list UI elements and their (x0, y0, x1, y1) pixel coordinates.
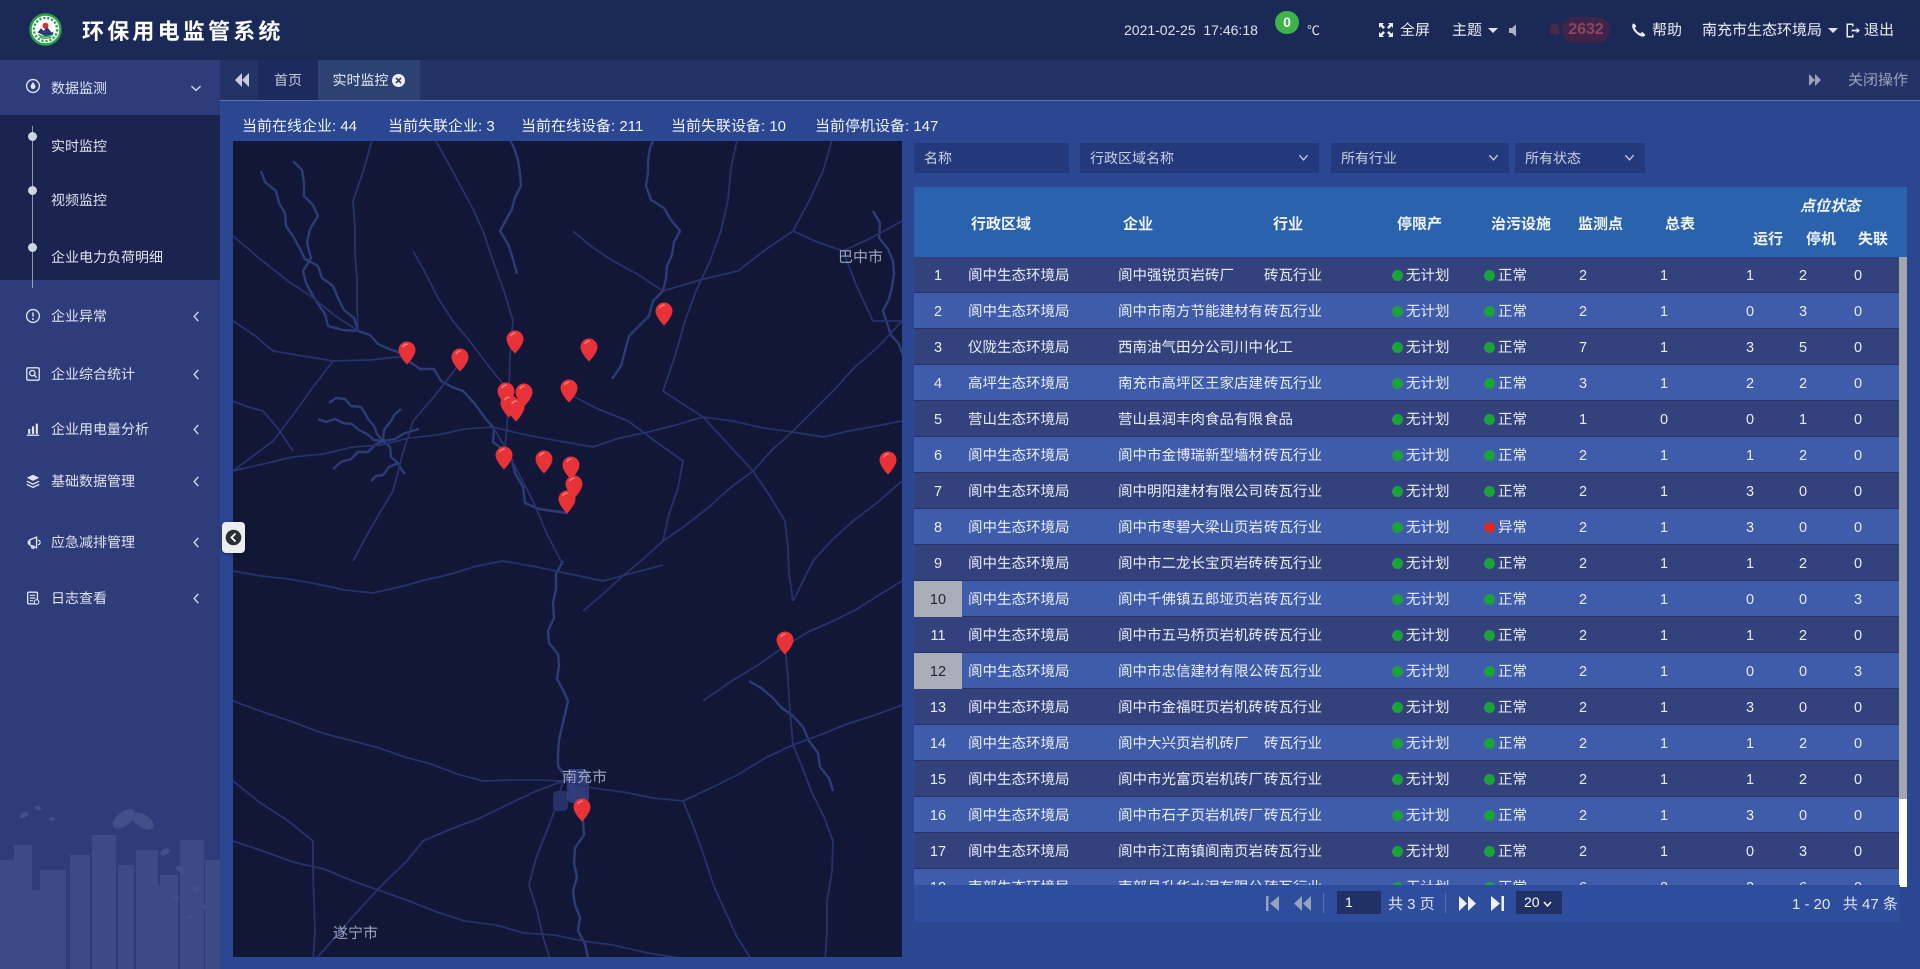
svg-text:遂宁市: 遂宁市 (333, 922, 378, 943)
